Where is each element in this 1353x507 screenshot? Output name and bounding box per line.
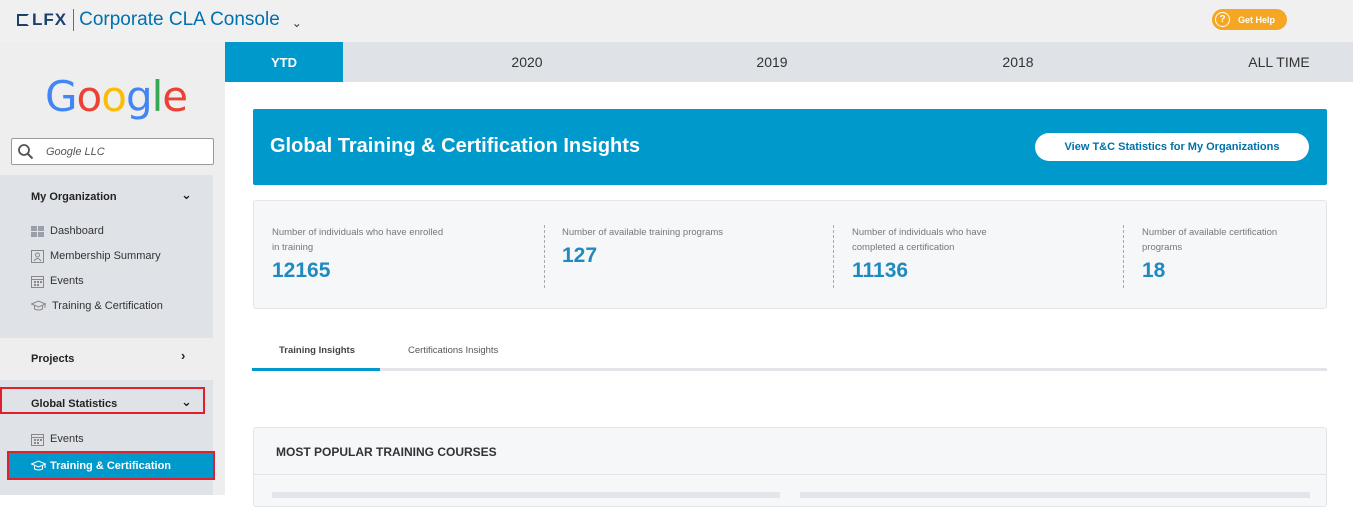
- year-tabs: YTD 2020 2019 2018 ALL TIME: [225, 42, 1353, 82]
- stats-panel: Number of individuals who have enrolled …: [253, 200, 1327, 309]
- graduation-cap-icon: [31, 300, 46, 311]
- tab-ytd[interactable]: YTD: [225, 42, 343, 82]
- active-tab-indicator: [252, 368, 380, 371]
- logo-divider: [73, 9, 75, 31]
- stat-certification-programs: Number of available certification progra…: [1142, 201, 1322, 308]
- stat-training-programs: Number of available training programs 12…: [562, 201, 812, 308]
- top-bar: LFX Corporate CLA Console ⌄ ? Get Help: [0, 0, 1353, 42]
- card-divider: [254, 474, 1326, 475]
- sidebar-item-dashboard[interactable]: Dashboard: [31, 222, 104, 240]
- sidebar-item-label: Events: [50, 433, 84, 445]
- company-search-input[interactable]: Google LLC: [11, 138, 214, 165]
- lfx-logo-text: LFX: [32, 10, 68, 29]
- tab-training-insights[interactable]: Training Insights: [279, 345, 355, 356]
- sidebar-item-label: Events: [50, 275, 84, 287]
- question-circle-icon: ?: [1215, 12, 1230, 27]
- course-list-placeholder: [800, 492, 1310, 498]
- tab-2018[interactable]: 2018: [959, 42, 1077, 82]
- stat-label: Number of individuals who have completed…: [852, 227, 987, 253]
- stat-value: 11136: [852, 259, 909, 282]
- insights-banner: Global Training & Certification Insights…: [253, 109, 1327, 185]
- course-list-placeholder: [272, 492, 780, 498]
- sidebar-item-membership-summary[interactable]: Membership Summary: [31, 247, 161, 265]
- search-value: Google LLC: [46, 145, 105, 158]
- company-logo: Google: [45, 72, 188, 121]
- tab-certifications-insights[interactable]: Certifications Insights: [408, 345, 498, 356]
- stat-enrolled: Number of individuals who have enrolled …: [272, 201, 522, 308]
- id-card-icon: [31, 249, 44, 263]
- graduation-cap-icon: [31, 459, 46, 470]
- chevron-down-icon[interactable]: ⌄: [292, 16, 302, 30]
- stat-divider: [833, 225, 834, 288]
- sidebar-item-label: Membership Summary: [50, 250, 161, 262]
- tab-2020[interactable]: 2020: [468, 42, 586, 82]
- my-organization-header[interactable]: My Organization: [31, 191, 117, 203]
- sidebar-item-label: Dashboard: [50, 225, 104, 237]
- sidebar-item-global-events[interactable]: Events: [31, 430, 84, 448]
- stat-divider: [1123, 225, 1124, 288]
- banner-title: Global Training & Certification Insights: [270, 135, 641, 157]
- stat-divider: [544, 225, 545, 288]
- sidebar-item-label: Training & Certification: [52, 300, 163, 312]
- stat-value: 18: [1142, 259, 1166, 282]
- calendar-icon: [31, 433, 44, 446]
- get-help-button[interactable]: ? Get Help: [1212, 9, 1287, 30]
- chevron-down-icon[interactable]: ⌄: [181, 187, 192, 203]
- get-help-label: Get Help: [1238, 14, 1276, 25]
- search-icon: [17, 143, 37, 160]
- stat-label: Number of available training programs: [562, 227, 724, 238]
- sidebar-item-events[interactable]: Events: [31, 272, 84, 290]
- stat-label: Number of available certification progra…: [1142, 227, 1278, 253]
- calendar-icon: [31, 275, 44, 288]
- lfx-logo-mark-icon: [17, 14, 29, 26]
- stat-value: 127: [562, 244, 598, 267]
- projects-header[interactable]: Projects: [31, 353, 74, 365]
- grid-icon: [31, 225, 44, 237]
- highlight-frame: [0, 387, 205, 414]
- chevron-right-icon[interactable]: ›: [181, 348, 185, 363]
- stat-certified: Number of individuals who have completed…: [852, 201, 1102, 308]
- sidebar-item-global-training-certification[interactable]: Training & Certification: [7, 451, 215, 480]
- lfx-logo[interactable]: LFX Corporate CLA Console ⌄: [17, 9, 302, 31]
- insight-tabs: Training Insights Certifications Insight…: [252, 336, 1327, 371]
- view-org-statistics-button[interactable]: View T&C Statistics for My Organizations: [1035, 133, 1309, 161]
- app-title[interactable]: Corporate CLA Console: [79, 9, 280, 31]
- stat-label: Number of individuals who have enrolled …: [272, 227, 444, 253]
- tab-2019[interactable]: 2019: [713, 42, 831, 82]
- sidebar: Google Google LLC My Organization ⌄ Dash…: [0, 42, 225, 495]
- tab-all-time[interactable]: ALL TIME: [1219, 42, 1339, 82]
- sidebar-item-training-certification[interactable]: Training & Certification: [31, 297, 163, 315]
- my-organization-section: My Organization ⌄ Dashboard Membership S…: [0, 175, 213, 338]
- popular-courses-card: MOST POPULAR TRAINING COURSES: [253, 427, 1327, 507]
- popular-courses-title: MOST POPULAR TRAINING COURSES: [276, 445, 497, 459]
- sidebar-item-label: Training & Certification: [50, 459, 172, 472]
- stat-value: 12165: [272, 259, 331, 282]
